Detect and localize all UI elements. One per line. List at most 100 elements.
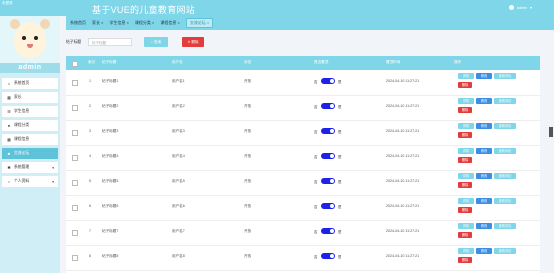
edit-button[interactable]: 修改	[476, 148, 492, 154]
sidebar-item-course-category[interactable]: ● 课程分类	[2, 120, 58, 131]
row-status: 开放	[244, 229, 252, 233]
sidebar-item-home[interactable]: ⌂ 系统首页	[2, 78, 58, 89]
view-comments-button[interactable]: 查看评论	[494, 248, 516, 254]
switch-on-label: 是	[338, 205, 342, 209]
pin-toggle[interactable]	[321, 153, 335, 159]
view-comments-button[interactable]: 查看评论	[494, 198, 516, 204]
view-comments-button[interactable]: 查看评论	[494, 73, 516, 79]
row-checkbox[interactable]	[72, 80, 78, 86]
view-button[interactable]: 详情	[458, 198, 474, 204]
person-icon: ●	[7, 122, 11, 128]
edit-button[interactable]: 修改	[476, 198, 492, 204]
pin-toggle[interactable]	[321, 178, 335, 184]
sidebar-item-system[interactable]: ✱ 系统管理 ▾	[2, 162, 58, 173]
delete-button[interactable]: 删除	[458, 257, 472, 263]
sidebar-item-forum[interactable]: ■ 交流论坛	[2, 148, 58, 159]
delete-selected-button[interactable]: ✕ 删除	[182, 37, 204, 47]
edit-button[interactable]: 修改	[476, 248, 492, 254]
delete-button[interactable]: 删除	[458, 82, 472, 88]
pin-toggle[interactable]	[321, 128, 335, 134]
row-checkbox[interactable]	[72, 255, 78, 261]
view-button[interactable]: 详情	[458, 73, 474, 79]
login-badge: 未登录	[2, 1, 13, 5]
row-checkbox[interactable]	[72, 205, 78, 211]
row-pin-time: 2024-04-10 11:27:21	[386, 229, 420, 233]
delete-button[interactable]: 删除	[458, 232, 472, 238]
pin-toggle[interactable]	[321, 78, 335, 84]
site-title: 基于VUE的儿童教育网站	[92, 5, 196, 15]
search-bar: 帖子标题 帖子标题	[66, 37, 132, 47]
chevron-down-icon: ▾	[52, 165, 54, 170]
edit-button[interactable]: 修改	[476, 98, 492, 104]
table-row: 8 帖子标题8 用户名8 开放 否 是 2024-04-10 11:27:21 详情 修改 查看评…	[66, 245, 540, 271]
view-comments-button[interactable]: 查看评论	[494, 123, 516, 129]
chat-icon: ■	[7, 150, 11, 156]
view-comments-button[interactable]: 查看评论	[494, 223, 516, 229]
sidebar-item-students[interactable]: ☰ 学生信息	[2, 106, 58, 117]
row-title: 帖子标题8	[102, 254, 119, 258]
row-pin-time: 2024-04-10 11:27:21	[386, 179, 420, 183]
sidebar-item-parents[interactable]: ▦ 家长	[2, 92, 58, 103]
pin-toggle[interactable]	[321, 103, 335, 109]
view-button[interactable]: 详情	[458, 148, 474, 154]
edit-button[interactable]: 修改	[476, 223, 492, 229]
edit-button[interactable]: 修改	[476, 73, 492, 79]
row-title: 帖子标题6	[102, 204, 119, 208]
row-checkbox[interactable]	[72, 105, 78, 111]
sidebar-item-profile[interactable]: ○ 个人资料 ▾	[2, 176, 58, 187]
row-checkbox[interactable]	[72, 230, 78, 236]
delete-button[interactable]: 删除	[458, 182, 472, 188]
row-status: 开放	[244, 129, 252, 133]
row-user: 用户名1	[172, 79, 185, 83]
switch-off-label: 否	[314, 105, 318, 109]
tab-parents[interactable]: 家长 ×	[92, 20, 103, 26]
tab-home[interactable]: 系统首页	[70, 20, 86, 26]
search-button[interactable]: ⌕ 查询	[144, 37, 168, 47]
row-checkbox[interactable]	[72, 130, 78, 136]
sidebar-item-course-info[interactable]: ▦ 课程信息	[2, 134, 58, 145]
view-comments-button[interactable]: 查看评论	[494, 98, 516, 104]
row-status: 开放	[244, 104, 252, 108]
select-all-checkbox[interactable]	[72, 61, 78, 67]
row-pin-time: 2024-04-10 11:27:21	[386, 254, 420, 258]
nav-tabs: 系统首页 家长 × 学生信息 × 课程分类 × 课程信息 × 交流论坛 ×	[66, 16, 554, 30]
tab-course-info[interactable]: 课程信息 ×	[160, 20, 179, 26]
view-button[interactable]: 详情	[458, 223, 474, 229]
view-button[interactable]: 详情	[458, 173, 474, 179]
row-status: 开放	[244, 79, 252, 83]
row-user: 用户名4	[172, 154, 185, 158]
row-checkbox[interactable]	[72, 155, 78, 161]
collapse-handle[interactable]	[549, 127, 553, 137]
table-header: 索引 帖子标题 用户名 状态 是否置顶 置顶时间 操作	[66, 56, 540, 70]
switch-off-label: 否	[314, 205, 318, 209]
tab-forum[interactable]: 交流论坛 ×	[185, 18, 214, 28]
tab-students[interactable]: 学生信息 ×	[109, 20, 128, 26]
row-user: 用户名7	[172, 229, 185, 233]
user-menu[interactable]: admin ▾	[508, 5, 532, 10]
pin-toggle[interactable]	[321, 253, 335, 259]
delete-button[interactable]: 删除	[458, 207, 472, 213]
search-input[interactable]: 帖子标题	[88, 38, 132, 46]
table-row: 7 帖子标题7 用户名7 开放 否 是 2024-04-10 11:27:21 详情 修改 查看评…	[66, 220, 540, 246]
delete-button[interactable]: 删除	[458, 132, 472, 138]
header-status: 状态	[244, 60, 252, 64]
view-button[interactable]: 详情	[458, 248, 474, 254]
list-icon: ☰	[7, 108, 11, 114]
row-status: 开放	[244, 204, 252, 208]
delete-button[interactable]: 删除	[458, 157, 472, 163]
row-checkbox[interactable]	[72, 180, 78, 186]
view-button[interactable]: 详情	[458, 98, 474, 104]
pin-toggle[interactable]	[321, 203, 335, 209]
pin-toggle[interactable]	[321, 228, 335, 234]
view-button[interactable]: 详情	[458, 123, 474, 129]
edit-button[interactable]: 修改	[476, 173, 492, 179]
table-row: 6 帖子标题6 用户名6 开放 否 是 2024-04-10 11:27:21 详情 修改 查看评…	[66, 195, 540, 221]
delete-button[interactable]: 删除	[458, 107, 472, 113]
edit-button[interactable]: 修改	[476, 123, 492, 129]
tab-course-category[interactable]: 课程分类 ×	[135, 20, 154, 26]
view-comments-button[interactable]: 查看评论	[494, 173, 516, 179]
view-comments-button[interactable]: 查看评论	[494, 148, 516, 154]
user-icon: ○	[7, 178, 11, 184]
sidebar-username: admin	[0, 63, 60, 73]
row-index: 3	[89, 129, 91, 133]
